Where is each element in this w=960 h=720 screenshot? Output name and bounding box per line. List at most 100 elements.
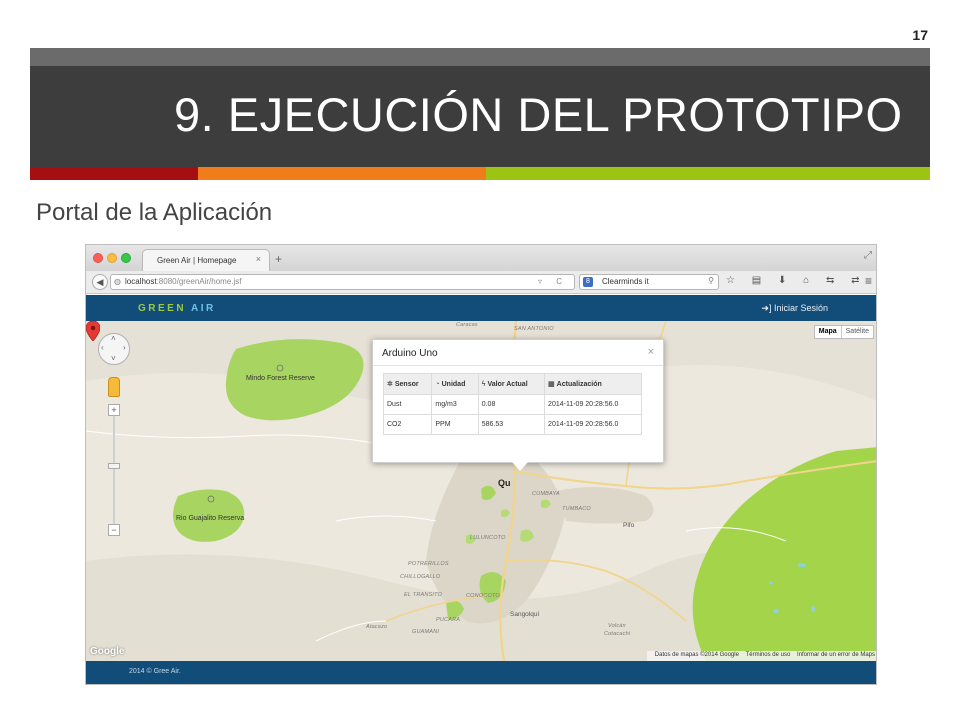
column-valor-label: Valor Actual — [487, 380, 528, 388]
info-window-title: Arduino Uno — [382, 348, 438, 359]
table-row: CO2 PPM 586.53 2014-11-09 20:28:56.0 — [382, 414, 642, 435]
title-top-bar — [30, 48, 930, 66]
maximize-window-icon[interactable] — [121, 253, 131, 263]
map-label-cumbaya: CUMBAYA — [532, 491, 560, 497]
terms-link[interactable]: Términos de uso — [746, 652, 791, 658]
column-unidad-label: Unidad — [441, 380, 466, 388]
login-link[interactable]: ➜] Iniciar Sesión — [761, 303, 828, 314]
map-label-cotacachi: Cotacachi — [604, 631, 631, 637]
menu-icon[interactable]: ≡ — [865, 274, 872, 288]
cell-actualizacion: 2014-11-09 20:28:56.0 — [544, 394, 642, 415]
browser-window: Green Air | Homepage × + ⤢ ◀ ◍ localhost… — [85, 244, 877, 685]
brand-green: GREEN — [138, 303, 187, 314]
map-type-control: Mapa Satélite — [813, 325, 874, 339]
globe-icon: ◍ — [114, 277, 121, 286]
map-label-sangolqui: Sangolquí — [510, 611, 540, 618]
map-label-chillogallo: CHILLOGALLO — [400, 574, 441, 580]
stripe-orange — [198, 167, 486, 180]
tab-title: Green Air | Homepage — [157, 256, 237, 265]
info-window-divider — [373, 365, 663, 366]
slide-title: 9. EJECUCIÓN DEL PROTOTIPO — [174, 88, 903, 141]
pan-right-icon[interactable]: › — [123, 343, 126, 352]
stripe-green — [486, 167, 930, 180]
map-label-mindo: Mindo Forest Reserve — [246, 375, 315, 382]
tab-strip: Green Air | Homepage × + ⤢ — [86, 245, 876, 271]
url-bar[interactable]: ◍ localhost:8080/greenAir/home.jsf ▿ C — [110, 274, 575, 290]
report-error-link[interactable]: Informar de un error de Maps — [797, 652, 875, 658]
pan-down-icon[interactable]: ˅ — [111, 354, 116, 363]
map-label-volcan: Volcán — [608, 623, 626, 629]
map-label-pucara: PUCARA — [436, 617, 461, 623]
map-data-credit: Datos de mapas ©2014 Google — [654, 652, 739, 658]
street-view-pegman-icon[interactable] — [108, 377, 120, 397]
back-button[interactable]: ◀ — [92, 274, 108, 290]
app-footer: 2014 © Gree Air. — [86, 661, 876, 684]
column-sensor-label: Sensor — [394, 381, 419, 388]
browser-tab[interactable]: Green Air | Homepage × — [142, 249, 270, 271]
gear-icon: ✲ — [387, 381, 393, 388]
brand-air: AIR — [190, 303, 216, 314]
table-header-row: ✲ Sensor ◔ Unidad ϟ Valor Actual ▦ Actualiza… — [382, 373, 642, 395]
close-window-icon[interactable] — [93, 253, 103, 263]
zoom-slider-thumb[interactable] — [108, 463, 120, 469]
brand-logo[interactable]: GREEN AIR — [138, 303, 216, 314]
map-type-map[interactable]: Mapa — [815, 326, 842, 338]
map-label-pifo: Pifo — [623, 522, 635, 529]
new-tab-button[interactable]: + — [275, 252, 282, 266]
fullscreen-icon[interactable]: ⤢ — [864, 250, 872, 261]
gauge-icon: ◔ — [435, 380, 440, 388]
map-attribution: Datos de mapas ©2014 Google Términos de … — [646, 651, 876, 661]
navigation-bar: ◀ ◍ localhost:8080/greenAir/home.jsf ▿ C… — [86, 271, 876, 294]
cell-sensor: Dust — [382, 394, 433, 415]
zoom-in-button[interactable]: + — [108, 404, 120, 416]
map-label-rio-guajalito: Rio Guajalito Reserva — [176, 515, 245, 522]
cell-valor: 586.53 — [477, 414, 546, 435]
search-input[interactable]: 8 Clearminds it ⚲ — [579, 274, 719, 290]
map-marker-icon[interactable] — [86, 321, 100, 341]
map-label-atacazo: Atacazo — [366, 624, 388, 630]
column-valor: ϟ Valor Actual — [477, 373, 546, 395]
search-text: Clearminds it — [602, 277, 649, 286]
cell-unidad: PPM — [431, 414, 479, 435]
stripe-red — [30, 167, 198, 180]
column-sensor: ✲ Sensor — [382, 373, 433, 395]
map-label-san-antonio: SAN ANTONIO — [514, 326, 554, 332]
map[interactable]: Caracas SAN ANTONIO Mindo Forest Reserve… — [86, 321, 876, 661]
toolbar-icons[interactable]: ☆ ▤ ⬇ ⌂ ⇆ ⇄ ▾ — [726, 275, 876, 286]
zoom-out-button[interactable]: − — [108, 524, 120, 536]
search-engine-icon[interactable]: 8 — [583, 277, 593, 287]
cell-actualizacion: 2014-11-09 20:28:56.0 — [544, 414, 642, 435]
cell-sensor: CO2 — [382, 414, 433, 435]
minimize-window-icon[interactable] — [107, 253, 117, 263]
sensor-info-window: Arduino Uno × ✲ Sensor ◔ Unidad ϟ Valor Act… — [372, 339, 664, 471]
map-label-caracas: Caracas — [456, 322, 478, 328]
close-icon[interactable]: × — [648, 346, 654, 358]
pan-up-icon[interactable]: ˄ — [111, 334, 116, 343]
map-type-satellite[interactable]: Satélite — [842, 326, 873, 338]
cell-valor: 0.08 — [477, 394, 546, 415]
pan-left-icon[interactable]: ‹ — [101, 343, 104, 352]
page-number: 17 — [912, 27, 928, 43]
map-label-potrerillos: POTRERILLOS — [408, 561, 449, 567]
table-row: Dust mg/m3 0.08 2014-11-09 20:28:56.0 — [382, 394, 642, 415]
app-header: GREEN AIR ➜] Iniciar Sesión — [86, 295, 876, 321]
national-park-area — [692, 447, 876, 661]
map-label-conocoto: CONOCOTO — [466, 593, 500, 599]
close-tab-icon[interactable]: × — [256, 254, 261, 264]
search-icon[interactable]: ⚲ — [708, 276, 714, 285]
google-logo: Google — [90, 646, 125, 657]
column-unidad: ◔ Unidad — [431, 373, 479, 395]
map-label-quito: Qu — [498, 478, 511, 488]
map-label-el-transito: EL TRANSITO — [404, 592, 443, 598]
slide-subtitle: Portal de la Aplicación — [36, 199, 273, 226]
column-actualizacion: ▦ Actualización — [544, 373, 642, 395]
bolt-icon: ϟ — [481, 380, 486, 388]
sensor-table: ✲ Sensor ◔ Unidad ϟ Valor Actual ▦ Actualiza… — [382, 373, 642, 435]
map-label-luluncoto: LULUNCOTO — [470, 535, 506, 541]
footer-copyright: 2014 © Gree Air. — [129, 668, 181, 675]
slide: 17 9. EJECUCIÓN DEL PROTOTIPO Portal de … — [0, 0, 960, 720]
reload-icon[interactable]: ▿ C — [538, 277, 568, 286]
map-label-tumbaco: TUMBACO — [562, 506, 591, 512]
zoom-slider-track[interactable] — [113, 416, 115, 524]
pan-control[interactable]: ˄ ˅ ‹ › — [98, 333, 130, 365]
